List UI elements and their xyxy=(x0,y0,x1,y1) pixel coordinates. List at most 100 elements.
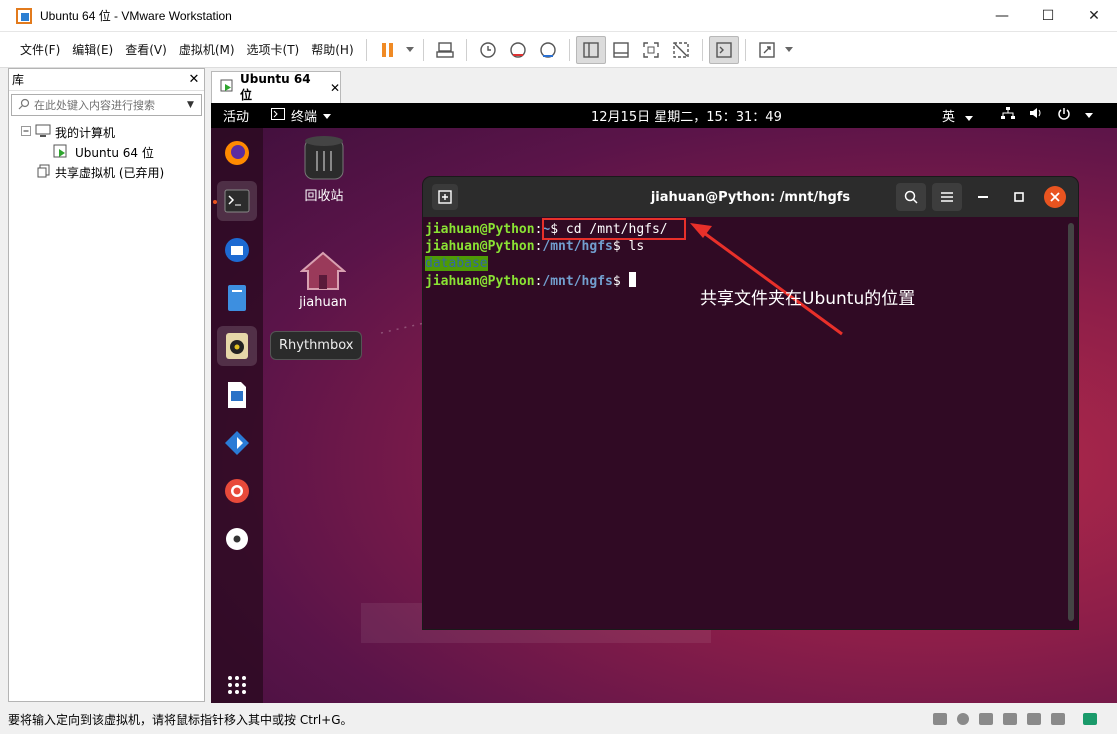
tab-close-button[interactable]: ✕ xyxy=(330,81,340,95)
library-close-button[interactable]: ✕ xyxy=(184,72,204,87)
chevron-down-icon[interactable] xyxy=(403,36,417,64)
device-icons xyxy=(933,713,1097,725)
ubuntu-guest-screen[interactable]: 活动 终端 12月15日 星期二，15：31：49 英 回收站 jiahuan … xyxy=(211,103,1117,703)
chevron-down-icon[interactable]: ▼ xyxy=(187,100,201,110)
directory-entry: database xyxy=(425,256,488,271)
dock-tooltip: Rhythmbox xyxy=(270,331,363,360)
maximize-button[interactable] xyxy=(1004,183,1034,211)
sound-card-icon[interactable] xyxy=(1027,713,1041,725)
software-center-icon[interactable] xyxy=(217,423,257,463)
command-text: $ cd /mnt/hgfs/ xyxy=(550,222,668,237)
library-search-input[interactable]: 在此处键入内容进行搜索 ▼ xyxy=(11,94,202,116)
library-header: 库 ✕ xyxy=(9,69,204,91)
tree-item-my-computer[interactable]: 我的计算机 xyxy=(9,122,204,142)
menu-file[interactable]: 文件(F) xyxy=(14,41,66,58)
tree-label-shared-vms: 共享虚拟机 (已弃用) xyxy=(55,165,165,180)
input-method-indicator[interactable]: 英 xyxy=(942,106,974,125)
chevron-down-icon xyxy=(323,108,332,123)
menu-edit[interactable]: 编辑(E) xyxy=(66,41,119,58)
show-applications-icon[interactable] xyxy=(217,665,257,703)
search-placeholder: 在此处键入内容进行搜索 xyxy=(34,99,155,112)
terminal-line: database xyxy=(425,255,1076,272)
thunderbird-icon[interactable] xyxy=(217,230,257,270)
toolbar-separator xyxy=(422,38,424,61)
help-icon[interactable] xyxy=(217,471,257,511)
prompt-path: /mnt/hgfs xyxy=(542,274,613,289)
menu-help[interactable]: 帮助(H) xyxy=(305,41,359,58)
terminal-icon xyxy=(271,107,286,124)
vm-tab-bar: Ubuntu 64 位 ✕ xyxy=(211,71,1117,103)
menu-vm[interactable]: 虚拟机(M) xyxy=(173,41,241,58)
window-title: Ubuntu 64 位 - VMware Workstation xyxy=(40,9,232,23)
optical-disc-icon[interactable] xyxy=(217,519,257,559)
display-icon[interactable] xyxy=(1051,713,1065,725)
volume-icon xyxy=(1029,107,1043,125)
menu-view[interactable]: 查看(V) xyxy=(119,41,173,58)
system-tray[interactable] xyxy=(1001,106,1093,125)
console-view-icon[interactable] xyxy=(708,35,739,64)
toolbar-separator xyxy=(568,38,570,61)
tab-ubuntu[interactable]: Ubuntu 64 位 ✕ xyxy=(211,71,341,103)
stretch-guest-icon[interactable] xyxy=(752,36,782,64)
search-button[interactable] xyxy=(896,183,926,211)
usb-icon[interactable] xyxy=(1003,713,1017,725)
trash-icon xyxy=(301,136,347,185)
power-icon xyxy=(1057,107,1071,125)
libreoffice-writer-icon[interactable] xyxy=(217,375,257,415)
app-menu-terminal[interactable]: 终端 xyxy=(271,106,332,125)
rhythmbox-icon[interactable] xyxy=(217,326,257,366)
shared-vm-icon xyxy=(37,164,51,181)
maximize-button[interactable]: ☐ xyxy=(1025,0,1071,32)
close-button[interactable] xyxy=(1044,186,1066,208)
terminal-header-bar: jiahuan@Python: /mnt/hgfs xyxy=(423,177,1078,217)
snapshot-manager-icon[interactable] xyxy=(533,36,563,64)
terminal-line: jiahuan@Python:~$ cd /mnt/hgfs/ xyxy=(425,221,1076,238)
message-log-icon[interactable] xyxy=(1083,713,1097,725)
status-bar: 要将输入定向到该虚拟机，请将鼠标指针移入其中或按 Ctrl+G。 xyxy=(0,704,1117,734)
desktop-home[interactable]: jiahuan xyxy=(283,251,363,310)
command-text: $ ls xyxy=(612,239,645,254)
terminal-line: jiahuan@Python:/mnt/hgfs$ ls xyxy=(425,238,1076,255)
text-cursor xyxy=(628,272,636,287)
terminal-icon[interactable] xyxy=(217,181,257,221)
close-button[interactable]: ✕ xyxy=(1071,0,1117,32)
prompt-user: jiahuan@Python xyxy=(425,222,535,237)
menu-tabs[interactable]: 选项卡(T) xyxy=(241,41,306,58)
cd-dvd-icon[interactable] xyxy=(957,713,969,725)
notes-icon[interactable] xyxy=(217,278,257,318)
minimize-button[interactable]: — xyxy=(979,0,1025,32)
activities-button[interactable]: 活动 xyxy=(223,106,249,125)
show-library-icon[interactable] xyxy=(575,35,606,64)
tree-item-shared-vms[interactable]: 共享虚拟机 (已弃用) xyxy=(9,162,204,182)
firefox-icon[interactable] xyxy=(217,133,257,173)
minimize-button[interactable] xyxy=(968,183,998,211)
pause-icon[interactable] xyxy=(373,36,403,64)
tree-item-ubuntu[interactable]: Ubuntu 64 位 xyxy=(9,142,204,162)
library-title: 库 xyxy=(12,73,25,87)
unity-mode-icon[interactable] xyxy=(666,36,696,64)
vm-running-icon xyxy=(220,79,234,96)
scrollbar[interactable] xyxy=(1068,223,1074,621)
desktop-trash[interactable]: 回收站 xyxy=(284,133,364,204)
hamburger-menu-button[interactable] xyxy=(932,183,962,211)
revert-snapshot-icon[interactable] xyxy=(503,36,533,64)
chevron-down-icon[interactable] xyxy=(782,36,796,64)
terminal-output[interactable]: jiahuan@Python:~$ cd /mnt/hgfs/ jiahuan@… xyxy=(423,217,1078,294)
toolbar-separator xyxy=(701,38,703,61)
computer-icon xyxy=(35,124,51,141)
network-adapter-icon[interactable] xyxy=(979,713,993,725)
thumbnail-bar-icon[interactable] xyxy=(606,36,636,64)
collapse-icon[interactable] xyxy=(21,125,31,139)
send-ctrl-alt-del-icon[interactable] xyxy=(430,36,460,64)
tab-label: Ubuntu 64 位 xyxy=(240,72,311,102)
chevron-down-icon xyxy=(1085,107,1093,125)
toolbar-separator xyxy=(465,38,467,61)
fullscreen-icon[interactable] xyxy=(636,36,666,64)
snapshot-icon[interactable] xyxy=(473,36,503,64)
clock[interactable]: 12月15日 星期二，15：31：49 xyxy=(591,106,782,125)
running-indicator xyxy=(213,200,217,204)
prompt-user: jiahuan@Python xyxy=(425,274,535,289)
app-menu-label: 终端 xyxy=(291,110,318,125)
hard-disk-icon[interactable] xyxy=(933,713,947,725)
terminal-window[interactable]: jiahuan@Python: /mnt/hgfs jiahuan@Python… xyxy=(423,177,1078,629)
